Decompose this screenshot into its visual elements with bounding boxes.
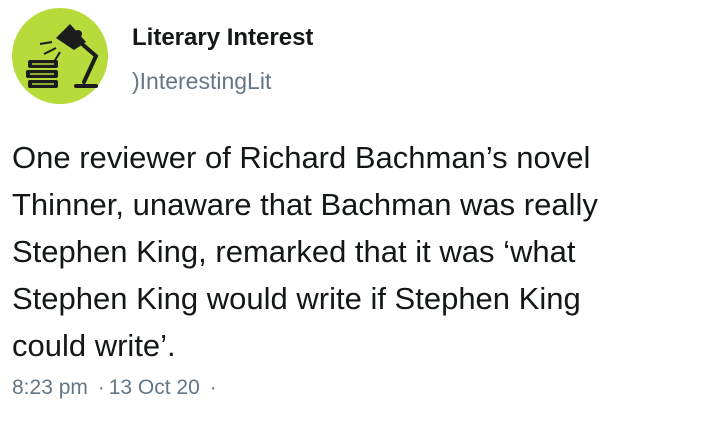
display-name[interactable]: Literary Interest [132, 24, 313, 52]
avatar[interactable] [12, 8, 108, 104]
tweet-timestamp[interactable]: 8:23 pm · 13 Oct 20 · [12, 376, 221, 400]
meta-trailing-separator: · [209, 376, 217, 399]
account-handle[interactable]: )InterestingLit [132, 68, 271, 95]
tweet-time: 8:23 pm [12, 376, 88, 399]
desk-lamp-books-icon [26, 24, 98, 88]
meta-separator: · [97, 376, 105, 399]
tweet-text: One reviewer of Richard Bachman’s novel … [12, 140, 598, 363]
tweet-date: 13 Oct 20 [108, 376, 200, 399]
